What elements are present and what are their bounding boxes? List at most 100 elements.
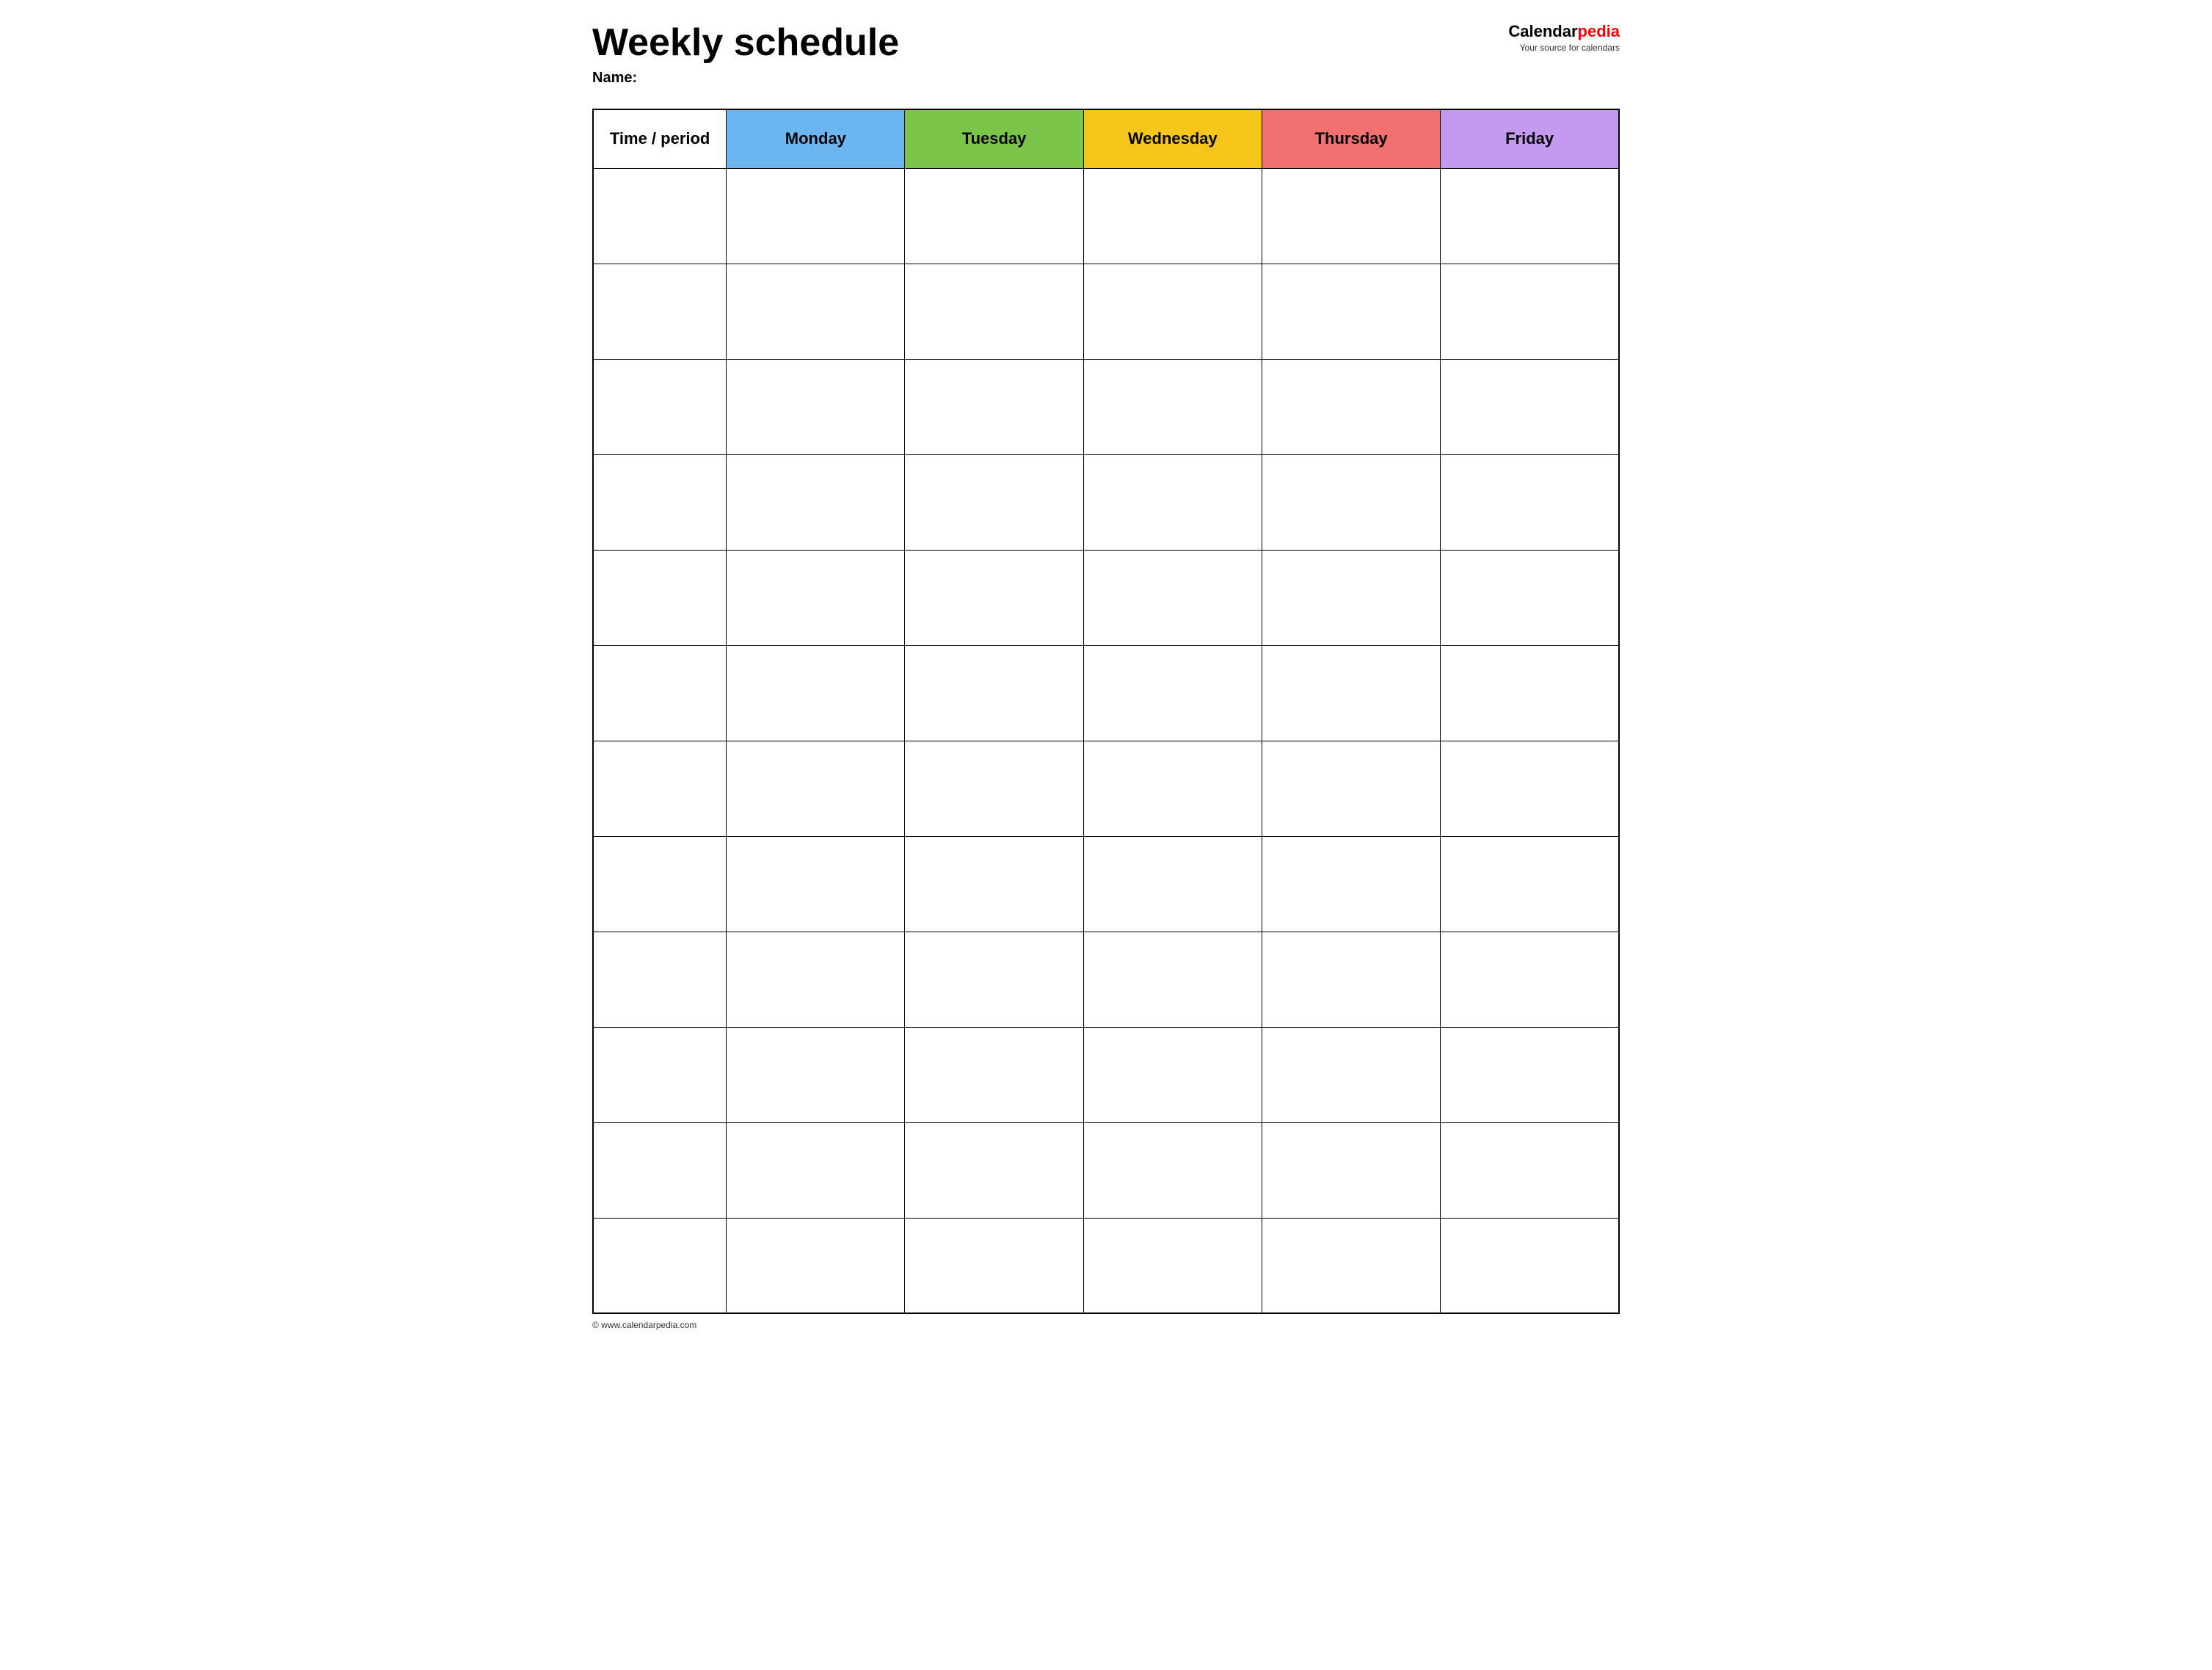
cell-row2-col1[interactable] — [727, 359, 905, 454]
table-row — [593, 1218, 1619, 1313]
cell-row5-col4[interactable] — [1262, 645, 1440, 741]
cell-row5-col3[interactable] — [1083, 645, 1262, 741]
cell-row0-col3[interactable] — [1083, 168, 1262, 264]
logo-tagline: Your source for calendars — [1508, 43, 1620, 53]
footer-url: © www.calendarpedia.com — [592, 1320, 1620, 1330]
table-row — [593, 168, 1619, 264]
cell-row6-col4[interactable] — [1262, 741, 1440, 836]
cell-row7-col3[interactable] — [1083, 836, 1262, 932]
table-row — [593, 1122, 1619, 1218]
logo-text: Calendarpedia — [1508, 22, 1620, 41]
cell-row7-col0[interactable] — [593, 836, 727, 932]
cell-row2-col4[interactable] — [1262, 359, 1440, 454]
cell-row8-col2[interactable] — [905, 932, 1083, 1027]
cell-row4-col4[interactable] — [1262, 550, 1440, 645]
cell-row11-col4[interactable] — [1262, 1218, 1440, 1313]
table-row — [593, 1027, 1619, 1122]
cell-row11-col5[interactable] — [1441, 1218, 1619, 1313]
col-header-time: Time / period — [593, 109, 727, 168]
table-row — [593, 359, 1619, 454]
cell-row8-col3[interactable] — [1083, 932, 1262, 1027]
cell-row7-col5[interactable] — [1441, 836, 1619, 932]
cell-row0-col1[interactable] — [727, 168, 905, 264]
cell-row8-col0[interactable] — [593, 932, 727, 1027]
table-row — [593, 836, 1619, 932]
logo-area: Calendarpedia Your source for calendars — [1508, 22, 1620, 53]
cell-row3-col0[interactable] — [593, 454, 727, 550]
cell-row2-col0[interactable] — [593, 359, 727, 454]
cell-row10-col3[interactable] — [1083, 1122, 1262, 1218]
cell-row7-col1[interactable] — [727, 836, 905, 932]
cell-row10-col0[interactable] — [593, 1122, 727, 1218]
cell-row10-col1[interactable] — [727, 1122, 905, 1218]
cell-row3-col2[interactable] — [905, 454, 1083, 550]
cell-row5-col2[interactable] — [905, 645, 1083, 741]
logo-calendar: Calendar — [1508, 22, 1577, 40]
cell-row6-col0[interactable] — [593, 741, 727, 836]
table-row — [593, 264, 1619, 359]
cell-row6-col1[interactable] — [727, 741, 905, 836]
cell-row4-col3[interactable] — [1083, 550, 1262, 645]
cell-row10-col5[interactable] — [1441, 1122, 1619, 1218]
cell-row9-col5[interactable] — [1441, 1027, 1619, 1122]
cell-row3-col5[interactable] — [1441, 454, 1619, 550]
cell-row2-col3[interactable] — [1083, 359, 1262, 454]
page-container: Weekly schedule Name: Calendarpedia Your… — [592, 22, 1620, 1330]
cell-row5-col1[interactable] — [727, 645, 905, 741]
cell-row0-col5[interactable] — [1441, 168, 1619, 264]
table-row — [593, 932, 1619, 1027]
cell-row9-col2[interactable] — [905, 1027, 1083, 1122]
cell-row1-col2[interactable] — [905, 264, 1083, 359]
cell-row11-col0[interactable] — [593, 1218, 727, 1313]
table-row — [593, 454, 1619, 550]
cell-row10-col4[interactable] — [1262, 1122, 1440, 1218]
cell-row4-col2[interactable] — [905, 550, 1083, 645]
logo-pedia: pedia — [1578, 22, 1620, 40]
name-label: Name: — [592, 70, 1508, 87]
cell-row9-col3[interactable] — [1083, 1027, 1262, 1122]
page-title: Weekly schedule — [592, 22, 1508, 64]
cell-row10-col2[interactable] — [905, 1122, 1083, 1218]
cell-row4-col5[interactable] — [1441, 550, 1619, 645]
cell-row7-col2[interactable] — [905, 836, 1083, 932]
cell-row1-col5[interactable] — [1441, 264, 1619, 359]
cell-row0-col2[interactable] — [905, 168, 1083, 264]
cell-row1-col4[interactable] — [1262, 264, 1440, 359]
cell-row3-col3[interactable] — [1083, 454, 1262, 550]
schedule-table: Time / period Monday Tuesday Wednesday T… — [592, 109, 1620, 1314]
col-header-thursday: Thursday — [1262, 109, 1440, 168]
cell-row0-col4[interactable] — [1262, 168, 1440, 264]
cell-row1-col3[interactable] — [1083, 264, 1262, 359]
cell-row0-col0[interactable] — [593, 168, 727, 264]
table-row — [593, 645, 1619, 741]
schedule-body — [593, 168, 1619, 1313]
cell-row6-col3[interactable] — [1083, 741, 1262, 836]
col-header-wednesday: Wednesday — [1083, 109, 1262, 168]
cell-row4-col0[interactable] — [593, 550, 727, 645]
cell-row2-col2[interactable] — [905, 359, 1083, 454]
cell-row5-col5[interactable] — [1441, 645, 1619, 741]
cell-row4-col1[interactable] — [727, 550, 905, 645]
cell-row6-col5[interactable] — [1441, 741, 1619, 836]
cell-row1-col1[interactable] — [727, 264, 905, 359]
col-header-tuesday: Tuesday — [905, 109, 1083, 168]
cell-row8-col1[interactable] — [727, 932, 905, 1027]
cell-row11-col3[interactable] — [1083, 1218, 1262, 1313]
cell-row11-col1[interactable] — [727, 1218, 905, 1313]
cell-row2-col5[interactable] — [1441, 359, 1619, 454]
table-row — [593, 741, 1619, 836]
cell-row8-col5[interactable] — [1441, 932, 1619, 1027]
cell-row1-col0[interactable] — [593, 264, 727, 359]
cell-row9-col1[interactable] — [727, 1027, 905, 1122]
col-header-monday: Monday — [727, 109, 905, 168]
title-area: Weekly schedule Name: — [592, 22, 1508, 101]
cell-row9-col4[interactable] — [1262, 1027, 1440, 1122]
cell-row8-col4[interactable] — [1262, 932, 1440, 1027]
cell-row3-col1[interactable] — [727, 454, 905, 550]
cell-row7-col4[interactable] — [1262, 836, 1440, 932]
cell-row6-col2[interactable] — [905, 741, 1083, 836]
cell-row3-col4[interactable] — [1262, 454, 1440, 550]
cell-row11-col2[interactable] — [905, 1218, 1083, 1313]
cell-row5-col0[interactable] — [593, 645, 727, 741]
cell-row9-col0[interactable] — [593, 1027, 727, 1122]
